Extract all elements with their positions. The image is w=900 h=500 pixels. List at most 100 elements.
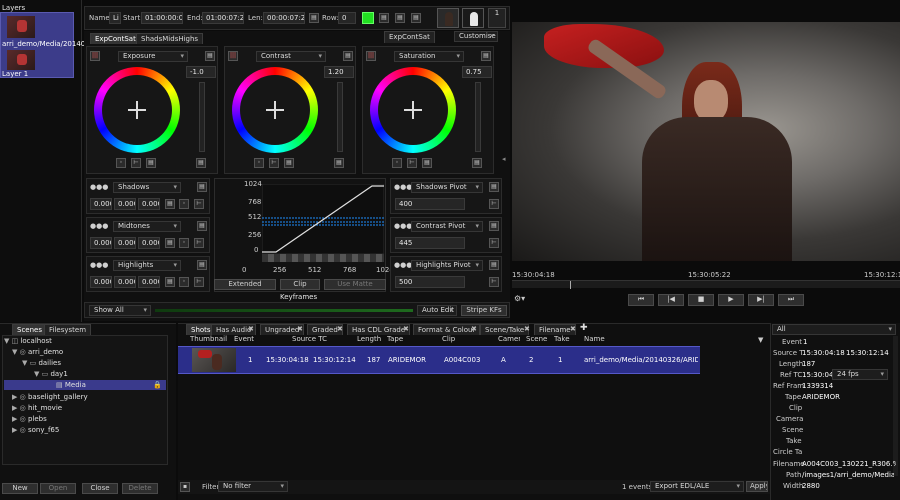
wheel-exposure-slider-reset-icon[interactable]: ▤: [196, 158, 206, 168]
pivot-highlights-balance-icon[interactable]: ⊢: [489, 277, 499, 287]
wheel-saturation-name[interactable]: Saturation: [394, 51, 464, 62]
midtones-copy-icon[interactable]: ▤: [165, 238, 175, 248]
shadows-gang-icon[interactable]: ◦: [179, 199, 189, 209]
col-tape[interactable]: Tape: [387, 335, 403, 344]
wheel-saturation-gang-icon[interactable]: ◦: [392, 158, 402, 168]
close-tab-scene-take-icon[interactable]: ✖: [524, 325, 530, 333]
keyframes-track[interactable]: [155, 309, 413, 312]
col-source-tc[interactable]: Source TC: [292, 335, 327, 344]
wheel-exposure-balance-icon[interactable]: ⊢: [131, 158, 141, 168]
close-tab-filename-icon[interactable]: ✖: [570, 325, 576, 333]
apply-button[interactable]: Apply: [746, 481, 768, 492]
close-tab-ungraded-icon[interactable]: ✖: [297, 325, 303, 333]
col-event[interactable]: Event: [234, 335, 254, 344]
add-tab-icon[interactable]: ✚: [580, 323, 588, 333]
col-thumbnail[interactable]: Thumbnail: [190, 335, 227, 344]
wheel-saturation-value[interactable]: 0.75: [462, 66, 492, 78]
tab-shadsmidshighs[interactable]: ShadsMidsHighs: [136, 33, 204, 44]
viewer-settings-icon[interactable]: ⚙▾: [514, 294, 528, 304]
extended-toggle[interactable]: Extended: [214, 279, 276, 290]
highlights-reset-icon[interactable]: ▤: [197, 260, 207, 270]
wheel-contrast[interactable]: [232, 67, 318, 153]
wheel-exposure-reset-icon[interactable]: ▤: [205, 51, 215, 61]
step-forward-button[interactable]: ▶|: [748, 294, 774, 306]
pivot-contrast-name[interactable]: Contrast Pivot: [411, 221, 483, 232]
wheel-saturation-balance-icon[interactable]: ⊢: [407, 158, 417, 168]
wheel-contrast-balance-icon[interactable]: ⊢: [269, 158, 279, 168]
reset-icon[interactable]: ▤: [411, 13, 421, 23]
wheel-contrast-copy-icon[interactable]: ▤: [284, 158, 294, 168]
wheel-saturation-copy-icon[interactable]: ▤: [422, 158, 432, 168]
col-camera[interactable]: Camera: [498, 335, 520, 344]
pivot-shadows-reset-icon[interactable]: ▤: [489, 182, 499, 192]
shadows-copy-icon[interactable]: ▤: [165, 199, 175, 209]
close-button[interactable]: Close: [82, 483, 118, 494]
close-tab-has-audio-icon[interactable]: ✖: [248, 325, 254, 333]
show-all-dropdown[interactable]: Show All: [89, 305, 151, 316]
wheel-exposure-gang-icon[interactable]: ◦: [116, 158, 126, 168]
layer-enable-toggle[interactable]: [362, 12, 374, 24]
wheel-exposure[interactable]: [94, 67, 180, 153]
tree-item-sony-f65[interactable]: ▶ ◎ sony_f65: [4, 425, 166, 435]
wheel-saturation-slider-reset-icon[interactable]: ▤: [472, 158, 482, 168]
columns-menu-icon[interactable]: ▼: [758, 336, 763, 344]
col-clip[interactable]: Clip: [442, 335, 455, 344]
paste-icon[interactable]: ▤: [395, 13, 405, 23]
wheel-exposure-slider[interactable]: [199, 82, 205, 152]
pivot-highlights-value[interactable]: 500: [395, 276, 465, 288]
shadows-balance-icon[interactable]: ⊢: [194, 199, 204, 209]
wheel-exposure-copy-icon[interactable]: ▤: [146, 158, 156, 168]
end-field[interactable]: 01:00:07:20: [202, 12, 244, 24]
pivot-contrast-reset-icon[interactable]: ▤: [489, 221, 499, 231]
midtones-value-g[interactable]: 0.00C: [114, 237, 136, 249]
pivot-highlights-name[interactable]: Highlights Pivot: [411, 260, 483, 271]
tree-item-hit-movie[interactable]: ▶ ◎ hit_movie: [4, 403, 166, 413]
col-length[interactable]: Length: [357, 335, 381, 344]
close-tab-format-colour-icon[interactable]: ✖: [471, 325, 477, 333]
shadows-value-b[interactable]: 0.00C: [138, 198, 160, 210]
col-scene[interactable]: Scene: [526, 335, 547, 344]
tree-item-dailies[interactable]: ▼ ▭ dailies: [4, 358, 166, 368]
midtones-value-r[interactable]: 0.00C: [90, 237, 112, 249]
tab-scene-take[interactable]: Scene/Take: [480, 324, 530, 335]
highlights-name[interactable]: Highlights: [113, 260, 181, 271]
shadows-reset-icon[interactable]: ▤: [197, 182, 207, 192]
wheel-exposure-rgb-icon[interactable]: |||: [90, 51, 100, 61]
wheel-contrast-rgb-icon[interactable]: |||: [228, 51, 238, 61]
col-name[interactable]: Name: [584, 335, 605, 344]
highlights-gang-icon[interactable]: ◦: [179, 277, 189, 287]
close-tab-graded-icon[interactable]: ✖: [337, 325, 343, 333]
row-field[interactable]: 0: [338, 12, 356, 24]
filter-icon[interactable]: ▪: [180, 482, 190, 492]
midtones-balance-icon[interactable]: ⊢: [194, 238, 204, 248]
wheel-saturation-reset-icon[interactable]: ▤: [481, 51, 491, 61]
viewer-scrubber[interactable]: [512, 280, 900, 289]
stop-button[interactable]: ■: [688, 294, 714, 306]
pivot-shadows-name[interactable]: Shadows Pivot: [411, 182, 483, 193]
tab-filesystem[interactable]: Filesystem: [44, 324, 92, 335]
goto-start-button[interactable]: ⏮: [628, 294, 654, 306]
highlights-balance-icon[interactable]: ⊢: [194, 277, 204, 287]
timecode-lock-icon[interactable]: ▤: [309, 13, 319, 23]
new-button[interactable]: New: [2, 483, 38, 494]
midtones-name[interactable]: Midtones: [113, 221, 181, 232]
midtones-value-b[interactable]: 0.00C: [138, 237, 160, 249]
clip-toggle[interactable]: Clip: [280, 279, 320, 290]
close-tab-has-cdl-icon[interactable]: ✖: [403, 325, 409, 333]
goto-end-button[interactable]: ⏭: [778, 294, 804, 306]
matte-thumb-b[interactable]: [462, 8, 484, 28]
pivot-highlights-reset-icon[interactable]: ▤: [489, 260, 499, 270]
wheel-contrast-value[interactable]: 1.20: [324, 66, 354, 78]
curve-graph[interactable]: [262, 184, 384, 254]
open-button[interactable]: Open: [40, 483, 76, 494]
shadows-name[interactable]: Shadows: [113, 182, 181, 193]
filter-dropdown[interactable]: No filter: [218, 481, 288, 492]
tab-has-cdl-grade[interactable]: Has CDL Grade: [347, 324, 411, 335]
layer-item[interactable]: arri_demo/Media/20140... Layer 1: [0, 12, 92, 78]
tree-item-day1[interactable]: ▼ ▭ day1: [4, 369, 166, 379]
wheel-contrast-name[interactable]: Contrast: [256, 51, 326, 62]
highlights-copy-icon[interactable]: ▤: [165, 277, 175, 287]
wheel-exposure-value[interactable]: -1.0: [186, 66, 216, 78]
tree-item-plebs[interactable]: ▶ ◎ plebs: [4, 414, 166, 424]
wheel-contrast-reset-icon[interactable]: ▤: [343, 51, 353, 61]
